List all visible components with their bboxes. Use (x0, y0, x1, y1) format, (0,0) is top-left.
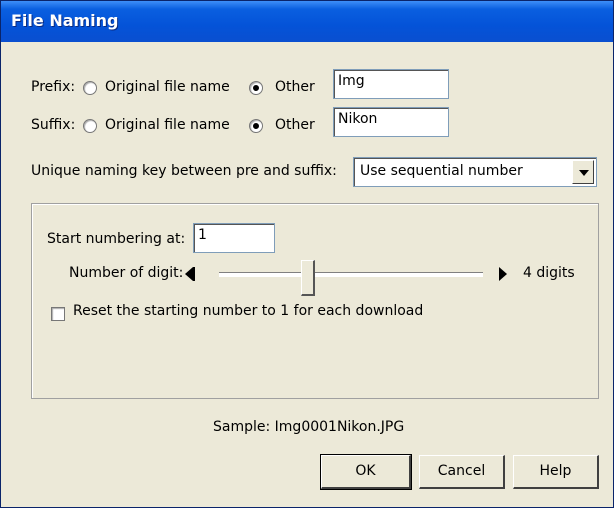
title-bar[interactable]: File Naming (1, 1, 613, 42)
window-title: File Naming (11, 11, 119, 30)
prefix-original-radio[interactable] (83, 81, 97, 95)
prefix-input[interactable]: Img (333, 69, 449, 99)
increase-arrow-icon[interactable] (499, 267, 507, 281)
suffix-other-label[interactable]: Other (275, 117, 315, 133)
unique-key-label: Unique naming key between pre and suffix… (31, 163, 337, 179)
file-naming-dialog: File Naming Prefix: Original file name O… (0, 0, 614, 508)
reset-number-checkbox[interactable] (51, 307, 65, 321)
ok-button[interactable]: OK (320, 454, 412, 490)
start-numbering-input[interactable]: 1 (193, 223, 275, 253)
suffix-original-label[interactable]: Original file name (105, 117, 230, 133)
digits-slider-thumb[interactable] (301, 260, 315, 296)
prefix-label: Prefix: (31, 79, 76, 95)
prefix-other-radio[interactable] (249, 81, 263, 95)
cancel-button[interactable]: Cancel (419, 455, 505, 489)
reset-number-label[interactable]: Reset the starting number to 1 for each … (73, 303, 423, 319)
suffix-original-radio[interactable] (83, 119, 97, 133)
chevron-down-icon[interactable] (572, 160, 594, 184)
digits-slider-track[interactable] (219, 272, 483, 277)
unique-key-selected: Use sequential number (360, 163, 523, 179)
digits-value: 4 digits (523, 265, 575, 281)
unique-key-select[interactable]: Use sequential number (353, 157, 597, 187)
digits-label: Number of digit: (69, 265, 184, 281)
start-numbering-label: Start numbering at: (47, 231, 186, 247)
decrease-arrow-icon[interactable] (185, 267, 195, 281)
help-button[interactable]: Help (513, 455, 599, 489)
prefix-other-label[interactable]: Other (275, 79, 315, 95)
prefix-original-label[interactable]: Original file name (105, 79, 230, 95)
sample-text: Sample: Img0001Nikon.JPG (213, 419, 405, 435)
suffix-input[interactable]: Nikon (333, 107, 449, 137)
suffix-label: Suffix: (31, 117, 76, 133)
suffix-other-radio[interactable] (249, 119, 263, 133)
